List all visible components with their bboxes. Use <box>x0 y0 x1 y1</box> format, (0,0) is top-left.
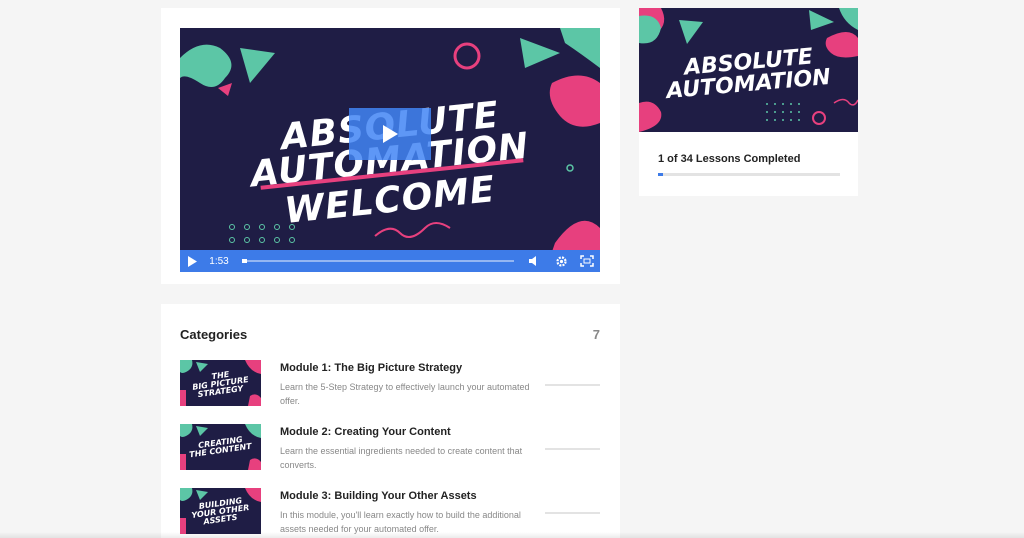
play-icon <box>188 255 197 267</box>
gear-icon <box>555 255 567 267</box>
video-player[interactable]: ABSOLUTE AUTOMATION WELCOME 1:53 <box>180 28 600 272</box>
big-play-button[interactable] <box>349 108 431 160</box>
module-2-thumbnail[interactable]: CREATING THE CONTENT <box>180 424 261 470</box>
page-bottom-shadow <box>0 532 1024 538</box>
module-1-thumbnail[interactable]: THE BIG PICTURE STRATEGY <box>180 360 261 406</box>
course-thumbnail[interactable]: ABSOLUTE AUTOMATION <box>639 8 858 132</box>
video-card: ABSOLUTE AUTOMATION WELCOME 1:53 <box>161 8 620 284</box>
video-time: 1:53 <box>209 255 229 267</box>
module-item-3[interactable]: BUILDING YOUR OTHER ASSETS Module 3: Bui… <box>180 488 601 536</box>
lessons-progress-bar <box>658 173 840 176</box>
module-1-title[interactable]: Module 1: The Big Picture Strategy <box>280 362 462 374</box>
module-item-2[interactable]: CREATING THE CONTENT Module 2: Creating … <box>180 424 601 472</box>
video-progress-bar[interactable] <box>242 259 514 263</box>
categories-card: Categories 7 THE BIG PICTURE STRATEGY Mo… <box>161 304 620 538</box>
module-item-1[interactable]: THE BIG PICTURE STRATEGY Module 1: The B… <box>180 360 601 408</box>
categories-count: 7 <box>592 327 600 342</box>
module-1-progress-bar <box>545 384 600 386</box>
control-play-button[interactable] <box>180 250 204 272</box>
video-controls: 1:53 <box>180 250 600 272</box>
module-3-progress-bar <box>545 512 600 514</box>
play-icon <box>383 125 398 143</box>
module-1-description: Learn the 5-Step Strategy to effectively… <box>280 382 530 406</box>
lessons-progress-fill <box>658 173 664 176</box>
course-progress-card: ABSOLUTE AUTOMATION 1 of 34 Lessons Comp… <box>639 8 858 196</box>
volume-icon <box>529 256 536 266</box>
fullscreen-icon <box>580 255 594 267</box>
fullscreen-button[interactable] <box>574 250 600 272</box>
module-2-description: Learn the essential ingredients needed t… <box>280 446 523 470</box>
module-3-thumbnail[interactable]: BUILDING YOUR OTHER ASSETS <box>180 488 261 534</box>
module-2-title[interactable]: Module 2: Creating Your Content <box>280 426 451 438</box>
lessons-completed-label: 1 of 34 Lessons Completed <box>658 153 801 165</box>
categories-title: Categories <box>180 327 248 342</box>
video-progress-fill <box>242 259 248 263</box>
module-2-progress-bar <box>545 448 600 450</box>
settings-button[interactable] <box>548 250 574 272</box>
module-3-title[interactable]: Module 3: Building Your Other Assets <box>280 490 477 502</box>
volume-button[interactable] <box>522 250 548 272</box>
